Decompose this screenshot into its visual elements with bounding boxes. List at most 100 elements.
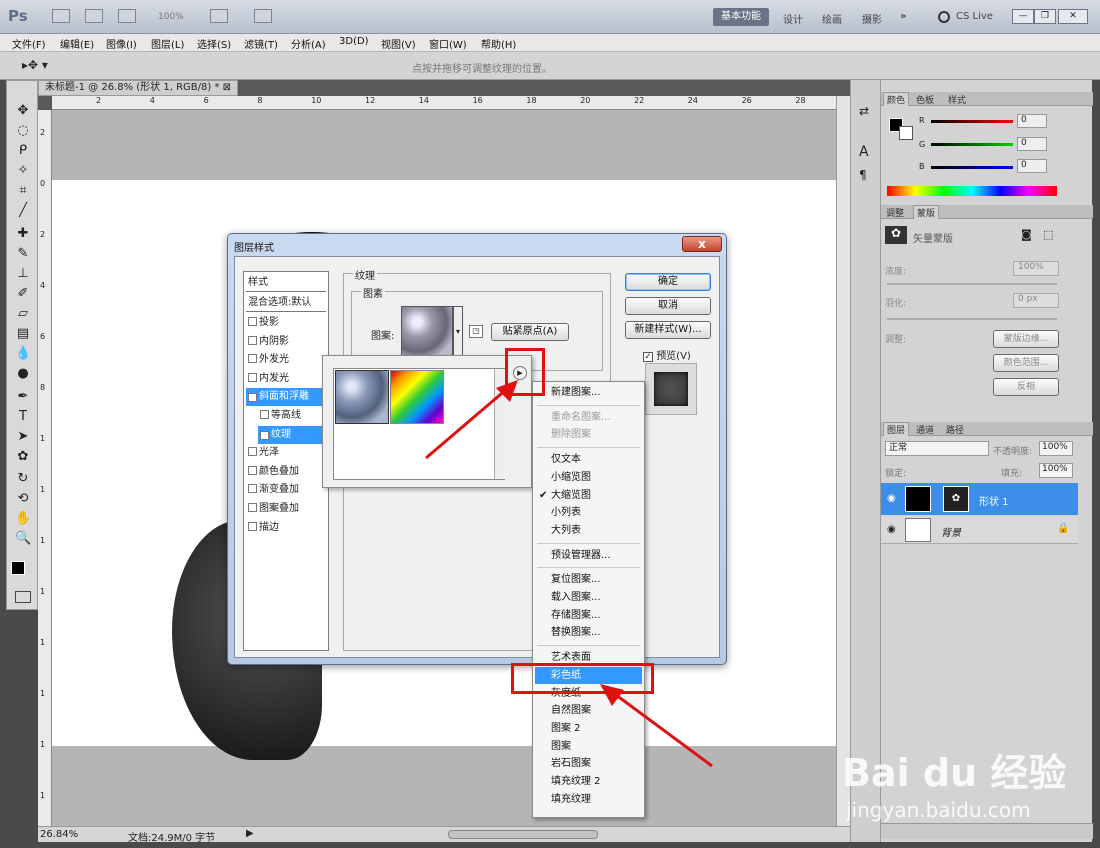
menu-item[interactable]: 存储图案... — [535, 607, 642, 624]
style-item[interactable]: 投影 — [246, 314, 326, 332]
workspace-essentials[interactable]: 基本功能 — [713, 8, 769, 26]
menu-item[interactable]: 小列表 — [535, 504, 642, 521]
character-panel-icon[interactable]: A — [859, 144, 869, 160]
layer-visibility-eye-icon[interactable]: ◉ — [887, 493, 896, 504]
type-tool-icon[interactable]: T — [15, 409, 31, 424]
style-item-checkbox[interactable] — [248, 503, 257, 512]
foreground-color-swatch[interactable] — [11, 561, 25, 575]
crop-tool-icon[interactable]: ⌗ — [15, 183, 31, 198]
b-slider[interactable] — [931, 166, 1013, 169]
menu-item[interactable]: 新建图案... — [535, 384, 642, 401]
menu-item[interactable]: 删除图案 — [535, 426, 642, 443]
style-item-checkbox[interactable] — [248, 447, 257, 457]
snap-to-origin-button[interactable]: 贴紧原点(A) — [491, 323, 569, 341]
vector-mask-button-icon[interactable]: ⬚ — [1043, 228, 1053, 241]
menu-item[interactable]: 替换图案... — [535, 624, 642, 641]
dodge-tool-icon[interactable]: ● — [15, 366, 31, 381]
style-item-checkbox[interactable] — [248, 335, 257, 345]
style-item[interactable]: 内阴影 — [246, 333, 326, 351]
extras-icon[interactable] — [118, 9, 136, 23]
close-tab-icon[interactable]: ⊠ — [223, 82, 231, 93]
cancel-button[interactable]: 取消 — [625, 297, 711, 315]
style-item[interactable]: 渐变叠加 — [246, 481, 326, 499]
vertical-scrollbar[interactable] — [836, 96, 850, 826]
status-menu-arrow-icon[interactable]: ▶ — [246, 828, 254, 839]
marquee-tool-icon[interactable]: ◌ — [15, 123, 31, 138]
menu-help[interactable]: 帮助(H) — [481, 36, 516, 51]
b-value[interactable]: 0 — [1017, 159, 1047, 173]
layer-row-background[interactable]: ◉ 背景 🔒 — [881, 516, 1078, 544]
feather-value[interactable]: 0 px — [1013, 293, 1059, 308]
zoom-tool-icon[interactable]: 🔍 — [15, 531, 31, 546]
minibridge-icon[interactable] — [85, 9, 103, 23]
tab-channels[interactable]: 通道 — [913, 423, 937, 436]
menu-item[interactable]: 载入图案... — [535, 589, 642, 606]
styles-header[interactable]: 样式 — [246, 274, 326, 292]
menu-file[interactable]: 文件(F) — [12, 36, 46, 51]
ok-button[interactable]: 确定 — [625, 273, 711, 291]
3d-rotate-tool-icon[interactable]: ↻ — [15, 471, 31, 486]
hand-tool-icon[interactable]: ✋ — [15, 511, 31, 526]
r-value[interactable]: 0 — [1017, 114, 1047, 128]
move-tool-preset-icon[interactable]: ▸✥ ▾ — [22, 58, 48, 72]
menu-layer[interactable]: 图层(L) — [151, 36, 184, 51]
close-app-button[interactable]: ✕ — [1058, 9, 1088, 24]
style-item[interactable]: 内发光 — [246, 370, 326, 388]
g-value[interactable]: 0 — [1017, 137, 1047, 151]
style-item[interactable]: ✓ 斜面和浮雕 — [246, 388, 326, 407]
style-item-checkbox[interactable] — [248, 484, 257, 494]
3d-orbit-tool-icon[interactable]: ⟲ — [15, 491, 31, 506]
menu-item[interactable]: 预设管理器... — [535, 547, 642, 564]
eraser-tool-icon[interactable]: ▱ — [15, 306, 31, 321]
stamp-tool-icon[interactable]: ⊥ — [15, 266, 31, 281]
menu-filter[interactable]: 滤镜(T) — [244, 36, 278, 51]
menu-analysis[interactable]: 分析(A) — [291, 36, 326, 51]
document-tab[interactable]: 未标题-1 @ 26.8% (形状 1, RGB/8) * ⊠ — [38, 80, 238, 96]
style-item-checkbox[interactable] — [260, 410, 269, 419]
menu-3d[interactable]: 3D(D) — [339, 36, 369, 47]
pattern-swatch[interactable] — [401, 306, 453, 358]
style-item[interactable]: 图案叠加 — [246, 500, 326, 518]
menu-item[interactable]: 自然图案 — [535, 702, 642, 719]
menu-window[interactable]: 窗口(W) — [429, 36, 467, 51]
pattern-thumb-rainbow[interactable] — [390, 370, 444, 424]
style-item-checkbox[interactable] — [248, 372, 257, 382]
style-item-checkbox[interactable] — [248, 521, 257, 531]
layer-row-shape[interactable]: ◉ ✿ 形状 1 — [881, 483, 1078, 515]
gradient-tool-icon[interactable]: ▤ — [15, 326, 31, 341]
style-item-checkbox[interactable] — [248, 354, 257, 364]
mask-edge-button[interactable]: 蒙版边缘... — [993, 330, 1059, 348]
menu-item[interactable]: 大列表 — [535, 522, 642, 539]
cs-live-menu[interactable]: CS Live — [956, 11, 993, 22]
workspace-design[interactable]: 设计 — [783, 11, 803, 26]
menu-item[interactable]: 重命名图案... — [535, 409, 642, 426]
eyedropper-tool-icon[interactable]: ╱ — [15, 203, 31, 218]
style-item-checkbox[interactable] — [248, 465, 257, 475]
menu-item[interactable]: ✔ 大缩览图 — [535, 487, 642, 504]
style-item-checkbox[interactable]: ✓ — [260, 430, 269, 440]
menu-item[interactable]: 小缩览图 — [535, 469, 642, 486]
blur-tool-icon[interactable]: 💧 — [15, 346, 31, 361]
style-item-checkbox[interactable] — [248, 317, 257, 326]
status-zoom[interactable]: 26.84% — [40, 829, 78, 840]
menu-item[interactable]: 复位图案... — [535, 571, 642, 588]
quick-select-tool-icon[interactable]: ✧ — [15, 163, 31, 178]
menu-item[interactable]: 填充纹理 2 — [535, 773, 642, 790]
minimize-button[interactable]: — — [1012, 9, 1034, 24]
history-panel-icon[interactable]: ⇄ — [859, 104, 869, 118]
preview-checkbox[interactable]: ✓ 预览(V) — [643, 347, 691, 362]
shape-tool-icon[interactable]: ✿ — [15, 449, 31, 464]
tab-swatches[interactable]: 色板 — [913, 93, 937, 106]
g-slider[interactable] — [931, 143, 1013, 146]
invert-button[interactable]: 反相 — [993, 378, 1059, 396]
menu-item[interactable]: 图案 2 — [535, 720, 642, 737]
move-tool-icon[interactable]: ✥ — [15, 103, 31, 118]
pattern-dropdown-arrow-icon[interactable]: ▾ — [453, 306, 463, 358]
style-item-checkbox[interactable]: ✓ — [248, 393, 257, 403]
tab-layers[interactable]: 图层 — [883, 422, 910, 436]
layer-visibility-eye-icon[interactable]: ◉ — [887, 524, 896, 535]
feather-slider[interactable] — [887, 318, 1057, 320]
blend-mode-select[interactable]: 正常 — [885, 441, 989, 456]
tab-adjustments[interactable]: 调整 — [883, 206, 907, 219]
quick-mask-icon[interactable] — [15, 591, 31, 603]
